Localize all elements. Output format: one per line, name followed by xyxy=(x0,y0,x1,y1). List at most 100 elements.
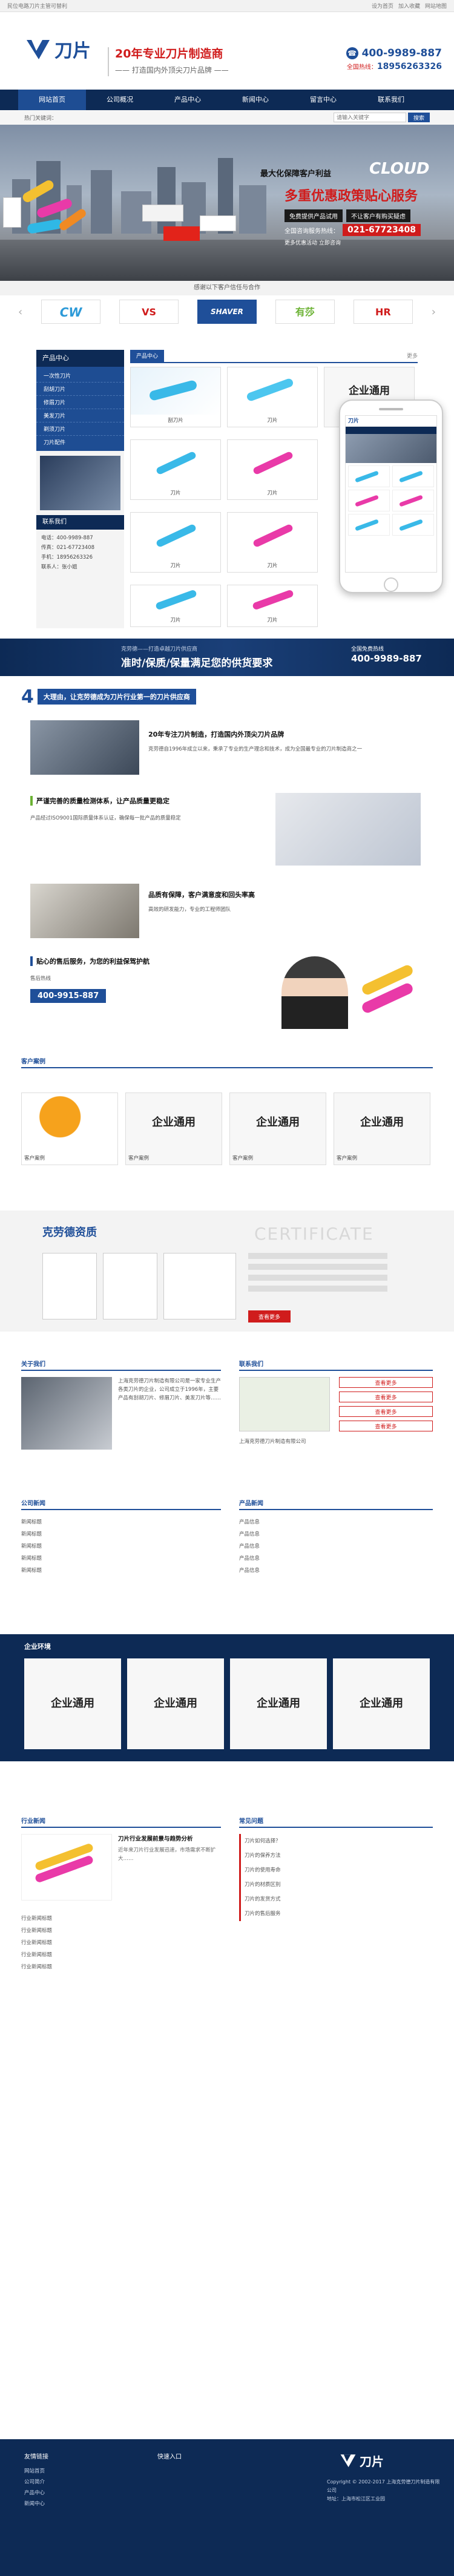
news1-item-2[interactable]: 新闻标题 xyxy=(21,1528,221,1540)
partner-logo-3[interactable]: SHAVER xyxy=(197,300,257,324)
sidebar-item-2[interactable]: 刮胡刀片 xyxy=(36,383,124,396)
phone-nav xyxy=(346,427,436,434)
partners-prev-icon[interactable]: ‹ xyxy=(18,306,22,318)
contact-btn-1[interactable]: 查看更多 xyxy=(339,1377,433,1388)
contact-map[interactable] xyxy=(239,1377,330,1431)
header: 刀片 20年专业刀片制造商 —— 打造国内外顶尖刀片品牌 —— ☎ 400-99… xyxy=(0,12,454,90)
case-card-4[interactable]: 企业通用 客户案例 xyxy=(334,1092,430,1165)
product-card-7[interactable]: 刀片 xyxy=(130,512,221,573)
sidebar-item-5[interactable]: 剃须刀片 xyxy=(36,422,124,436)
header-phone-2: 18956263326 xyxy=(377,62,442,71)
news1-item-5[interactable]: 新闻标题 xyxy=(21,1565,221,1577)
header-contact: ☎ 400-9989-887 全国热线：18956263326 xyxy=(339,47,442,71)
sidebar-item-4[interactable]: 美发刀片 xyxy=(36,409,124,422)
product-blade-2 xyxy=(246,377,294,402)
case-card-3[interactable]: 企业通用 客户案例 xyxy=(229,1092,326,1165)
partner-logo-4[interactable]: 有莎 xyxy=(275,300,335,324)
industry-item-5[interactable]: 行业新闻标题 xyxy=(21,1961,221,1973)
footer-link-4[interactable]: 新闻中心 xyxy=(24,2499,133,2509)
news2-item-4[interactable]: 产品信息 xyxy=(239,1552,433,1565)
product-card-11[interactable]: 刀片 xyxy=(227,585,318,627)
product-more-link[interactable]: 更多 xyxy=(407,350,418,363)
nav-about[interactable]: 公司概况 xyxy=(86,90,154,110)
news2-item-2[interactable]: 产品信息 xyxy=(239,1528,433,1540)
env-image-1[interactable]: 企业通用 xyxy=(24,1658,121,1749)
adv-item-4: 贴心的售后服务，为您的利益保驾护航 售后热线 400-9915-887 xyxy=(30,956,260,1003)
env-image-4[interactable]: 企业通用 xyxy=(333,1658,430,1749)
cert-title: 克劳德资质 xyxy=(42,1226,97,1239)
faq-item-3[interactable]: 刀片的使用寿命 xyxy=(239,1863,433,1878)
env-image-2[interactable]: 企业通用 xyxy=(127,1658,224,1749)
sidebar-item-3[interactable]: 修眉刀片 xyxy=(36,396,124,409)
favorite-link[interactable]: 加入收藏 xyxy=(398,2,420,10)
cert-image-3 xyxy=(163,1253,236,1319)
set-home-link[interactable]: 设为首页 xyxy=(372,2,393,10)
faq-item-6[interactable]: 刀片的售后服务 xyxy=(239,1907,433,1921)
sidebar-contact-image xyxy=(40,456,120,510)
partner-logo-1[interactable]: CW xyxy=(41,300,101,324)
product-name-10: 刀片 xyxy=(170,617,181,623)
industry-item-3[interactable]: 行业新闻标题 xyxy=(21,1937,221,1949)
news1-item-1[interactable]: 新闻标题 xyxy=(21,1516,221,1528)
faq-item-4[interactable]: 刀片的材质区别 xyxy=(239,1878,433,1892)
product-card-2[interactable]: 刀片 xyxy=(227,367,318,427)
partner-logo-5[interactable]: HR xyxy=(353,300,413,324)
faq-item-5[interactable]: 刀片的发货方式 xyxy=(239,1892,433,1907)
adv-item-3: 品质有保障，客户满意度和回头率高 高效的研发能力，专业的工程师团队 xyxy=(148,890,415,914)
news1-item-4[interactable]: 新闻标题 xyxy=(21,1552,221,1565)
promo-strip: 克劳德——打造卓越刀片供应商 准时/保质/保量满足您的供货要求 全国免费热线 4… xyxy=(0,639,454,676)
case-name-3: 客户案例 xyxy=(232,1155,254,1162)
env-image-3[interactable]: 企业通用 xyxy=(230,1658,327,1749)
cert-section: 克劳德资质 CERTIFICATE 查看更多 xyxy=(0,1211,454,1332)
search-button[interactable]: 搜索 xyxy=(408,113,430,122)
news1-item-3[interactable]: 新闻标题 xyxy=(21,1540,221,1552)
nav-news[interactable]: 新闻中心 xyxy=(222,90,289,110)
strip-phone: 400-9989-887 xyxy=(351,653,422,664)
news2-item-5[interactable]: 产品信息 xyxy=(239,1565,433,1577)
footer-link-1[interactable]: 网站首页 xyxy=(24,2466,133,2477)
contact-btn-3[interactable]: 查看更多 xyxy=(339,1406,433,1417)
nav-home[interactable]: 网站首页 xyxy=(18,90,86,110)
case-card-2[interactable]: 企业通用 客户案例 xyxy=(125,1092,222,1165)
strip-line1: 克劳德——打造卓越刀片供应商 xyxy=(121,646,198,652)
faq-item-1[interactable]: 刀片如何选择？ xyxy=(239,1834,433,1848)
industry-head[interactable]: 刀片行业发展前景与趋势分析 xyxy=(118,1834,221,1842)
product-card-5[interactable]: 刀片 xyxy=(227,439,318,500)
footer-link-2[interactable]: 公司简介 xyxy=(24,2477,133,2488)
sitemap-link[interactable]: 网站地图 xyxy=(425,2,447,10)
banner-cta[interactable]: 更多优惠活动 立即咨询 xyxy=(285,238,341,246)
product-card-8[interactable]: 刀片 xyxy=(227,512,318,573)
cert-more-button[interactable]: 查看更多 xyxy=(248,1310,291,1322)
contact-btn-2[interactable]: 查看更多 xyxy=(339,1392,433,1402)
product-card-10[interactable]: 刀片 xyxy=(130,585,221,627)
news1-list: 新闻标题 新闻标题 新闻标题 新闻标题 新闻标题 xyxy=(21,1516,221,1577)
partners-next-icon[interactable]: › xyxy=(432,306,436,318)
nav-message[interactable]: 留言中心 xyxy=(289,90,357,110)
advantages-section: 4 大理由，让克劳德成为刀片行业第一的刀片供应商 20年专注刀片制造，打造国内外… xyxy=(21,684,433,1041)
product-card-1[interactable]: 刮刀片 xyxy=(130,367,221,427)
case-card-1[interactable]: 客户案例 xyxy=(21,1092,118,1165)
nav-contact[interactable]: 联系我们 xyxy=(357,90,425,110)
product-tab[interactable]: 产品中心 xyxy=(130,350,165,363)
product-card-4[interactable]: 刀片 xyxy=(130,439,221,500)
banner-hotline: 全国咨询服务热线： 021-67723408 xyxy=(285,224,421,236)
nav-products[interactable]: 产品中心 xyxy=(154,90,222,110)
phone-banner xyxy=(346,434,436,463)
faq-item-2[interactable]: 刀片的保养方法 xyxy=(239,1848,433,1863)
sidebar-item-6[interactable]: 刀片配件 xyxy=(36,436,124,448)
industry-item-4[interactable]: 行业新闻标题 xyxy=(21,1949,221,1961)
logo[interactable]: 刀片 xyxy=(24,35,91,63)
industry-list: 行业新闻标题 行业新闻标题 行业新闻标题 行业新闻标题 行业新闻标题 xyxy=(21,1913,221,1973)
about-text: 上海克劳德刀片制造有限公司是一家专业生产各类刀片的企业，公司成立于1996年，主… xyxy=(118,1378,222,1401)
search-input[interactable] xyxy=(334,113,406,122)
sidebar-item-1[interactable]: 一次性刀片 xyxy=(36,369,124,383)
industry-item-1[interactable]: 行业新闻标题 xyxy=(21,1913,221,1925)
partner-logo-2[interactable]: VS xyxy=(119,300,179,324)
news2-item-1[interactable]: 产品信息 xyxy=(239,1516,433,1528)
footer: 友情链接 网站首页 公司简介 产品中心 新闻中心 快速入口 刀片 Copyrig… xyxy=(0,2439,454,2576)
footer-link-3[interactable]: 产品中心 xyxy=(24,2488,133,2499)
contact-btn-4[interactable]: 查看更多 xyxy=(339,1421,433,1431)
industry-item-2[interactable]: 行业新闻标题 xyxy=(21,1925,221,1937)
news2-item-3[interactable]: 产品信息 xyxy=(239,1540,433,1552)
env-section: 企业环境 企业通用 企业通用 企业通用 企业通用 xyxy=(0,1634,454,1761)
